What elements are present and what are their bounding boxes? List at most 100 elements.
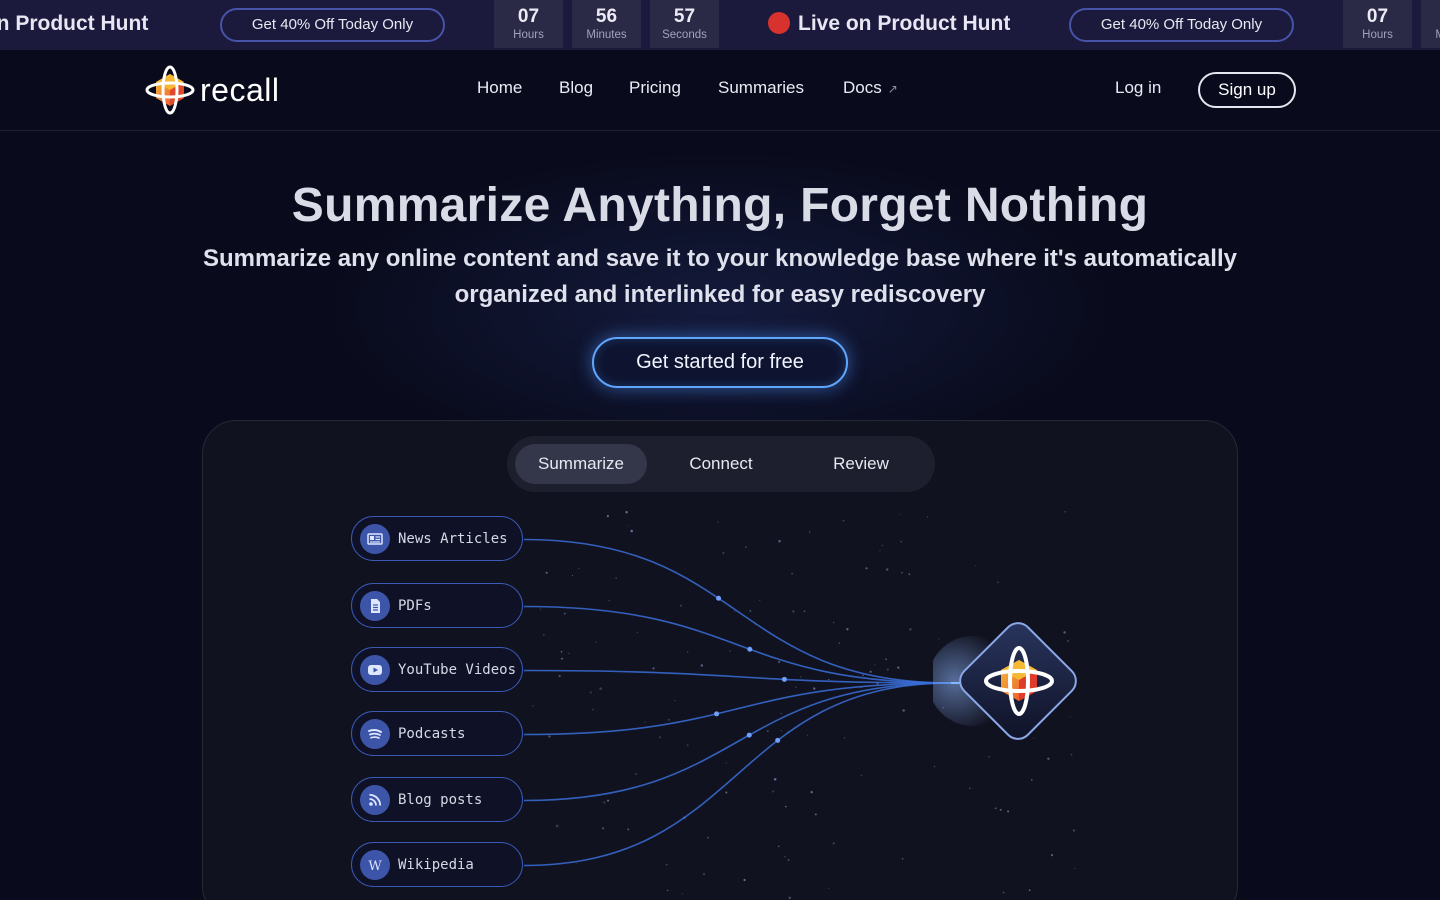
wire-node [714,711,720,717]
star [687,744,689,746]
star [791,572,794,575]
star [869,670,872,673]
star [780,712,782,715]
source-pdfs[interactable]: PDFs [351,583,523,628]
nav-blog[interactable]: Blog [559,78,593,98]
newspaper-icon [360,523,390,554]
promo-banner: Live on Product Hunt Get 40% Off Today O… [0,0,1440,50]
countdown-hours: 07 Hours [494,0,563,48]
connection-wire [523,682,952,736]
star [784,855,786,858]
login-link[interactable]: Log in [1115,78,1161,98]
countdown-seconds: 57 Seconds [650,0,719,48]
star [766,730,769,733]
tab-summarize[interactable]: Summarize [515,444,647,484]
star [862,674,864,677]
star [749,610,752,612]
star [578,567,580,570]
star [665,863,668,866]
star [666,889,669,892]
star [703,873,706,876]
star [881,544,884,547]
tab-connect[interactable]: Connect [655,444,787,484]
star [734,610,736,612]
star [885,658,887,660]
arrow-up-right-icon: ↗ [887,82,898,96]
wire-node [775,737,781,743]
star [814,813,817,816]
wire-group [523,538,963,867]
nav-docs[interactable]: Docs ↗ [843,78,898,98]
star [1031,779,1033,781]
hero-subtitle: Summarize any online content and save it… [203,245,1237,308]
connection-wire [523,682,952,802]
star [999,808,1002,811]
star [860,774,863,777]
logo[interactable]: recall [144,64,279,116]
star [994,807,997,810]
star [603,801,606,804]
nav-summaries[interactable]: Summaries [718,78,804,98]
offer-button[interactable]: Get 40% Off Today Only [1069,8,1294,42]
star [667,718,670,721]
star [909,628,912,631]
star [636,632,638,634]
connection-wire [523,538,952,684]
logo-text: recall [200,71,280,108]
star [828,679,830,681]
star [785,805,787,808]
star [794,686,797,689]
star [681,893,683,895]
recall-hub [933,622,1077,740]
star [902,709,905,712]
star [777,845,780,848]
star [558,674,561,677]
star [1002,891,1005,894]
star [707,836,709,839]
star [555,824,559,828]
star [571,575,574,577]
nav-home[interactable]: Home [477,78,522,98]
source-blog-posts[interactable]: Blog posts [351,777,523,822]
star [813,687,816,690]
star [828,887,830,889]
star [729,650,731,652]
signup-button[interactable]: Sign up [1198,72,1296,108]
star [788,896,791,900]
get-started-button[interactable]: Get started for free [592,337,848,388]
star [722,551,725,554]
star [926,516,929,518]
source-youtube-videos[interactable]: YouTube Videos [351,647,523,692]
star [595,641,597,643]
star [542,633,545,636]
star [832,842,835,845]
source-wikipedia[interactable]: W Wikipedia [351,842,523,887]
tab-review[interactable]: Review [795,444,927,484]
star [898,513,900,515]
star [838,642,840,644]
star [900,540,903,543]
source-news-articles[interactable]: News Articles [351,516,523,561]
star [608,599,611,602]
star [902,858,904,860]
star [615,577,617,579]
banner-track: Live on Product Hunt Get 40% Off Today O… [0,0,1440,50]
wikipedia-icon: W [360,849,390,880]
star [607,799,610,802]
countdown-minutes: 56 Minutes [572,0,641,48]
star [975,565,977,567]
star [563,612,566,615]
live-on-product-hunt: Live on Product Hunt [768,0,1010,48]
star [686,651,689,653]
star [772,790,775,793]
star [969,787,971,789]
source-podcasts[interactable]: Podcasts [351,711,523,756]
star [599,687,602,690]
star [800,676,802,678]
star [897,666,900,669]
countdown-hours: 07 Hours [1343,0,1412,48]
star [545,571,548,574]
offer-button[interactable]: Get 40% Off Today Only [220,8,445,42]
star [832,621,835,624]
nav-pricing[interactable]: Pricing [629,78,681,98]
